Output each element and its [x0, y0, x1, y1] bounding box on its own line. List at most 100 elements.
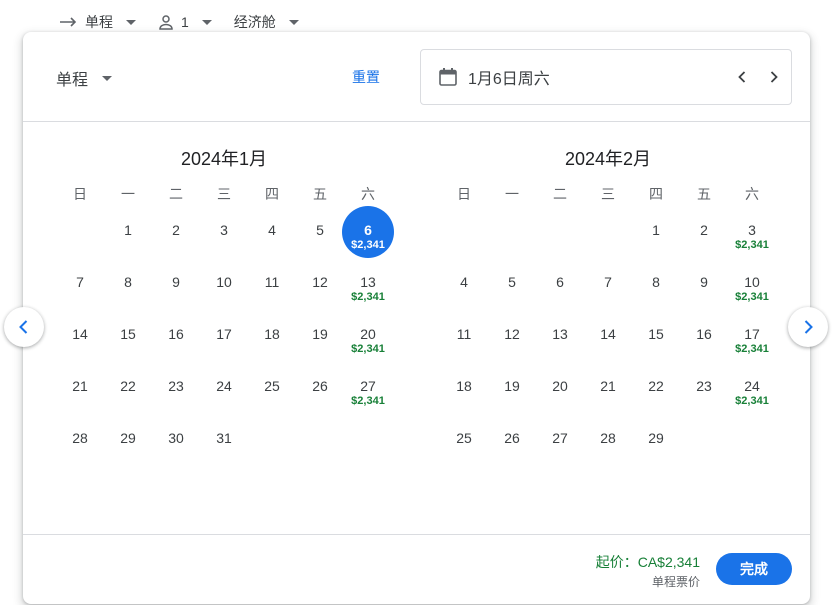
weekday-header: 日 一 二 三 四 五 六 — [440, 184, 776, 202]
day-cell[interactable]: 13 — [536, 314, 584, 366]
trip-type-select[interactable]: 单程 — [56, 66, 113, 90]
day-cell[interactable]: 22 — [632, 366, 680, 418]
day-cell[interactable]: 1 — [632, 210, 680, 262]
day-cell[interactable]: 21 — [56, 366, 104, 418]
day-cell[interactable]: 27 $2,341 — [344, 366, 392, 418]
day-cell[interactable]: 13 $2,341 — [344, 262, 392, 314]
day-cell[interactable]: 29 — [104, 418, 152, 470]
day-number: 31 — [216, 430, 232, 446]
day-cell[interactable]: 14 — [56, 314, 104, 366]
weekday-label: 一 — [505, 186, 519, 202]
day-number: 13 — [360, 274, 376, 290]
day-cell[interactable]: 12 — [488, 314, 536, 366]
day-cell[interactable]: 4 — [248, 210, 296, 262]
day-cell[interactable]: 3 — [200, 210, 248, 262]
day-cell[interactable]: 28 — [584, 418, 632, 470]
month-title: 2024年2月 — [564, 149, 652, 169]
chevron-right-icon[interactable] — [764, 67, 784, 87]
trip-type-chip[interactable]: 单程 — [60, 12, 136, 32]
day-cell[interactable]: 8 — [104, 262, 152, 314]
day-cell[interactable]: 12 — [296, 262, 344, 314]
day-grid: 1 2 3 4 5 6 $2,341 7 8 9 10 11 12 13 $2,341 14 15 16 17 18 1… — [56, 206, 394, 470]
day-cell[interactable]: 17 $2,341 — [728, 314, 776, 366]
day-number: 26 — [504, 430, 520, 446]
day-cell[interactable]: 21 — [584, 366, 632, 418]
dialog-footer: 起价：CA$2,341 单程票价 完成 — [23, 534, 810, 604]
passengers-chip[interactable]: 1 — [158, 14, 212, 30]
day-cell[interactable]: 8 — [632, 262, 680, 314]
day-cell[interactable]: 18 — [440, 366, 488, 418]
day-cell[interactable]: 11 — [440, 314, 488, 366]
chevron-left-icon[interactable] — [732, 67, 752, 87]
day-cell[interactable]: 30 — [152, 418, 200, 470]
day-number: 21 — [600, 378, 616, 394]
day-cell[interactable]: 9 — [152, 262, 200, 314]
day-number: 22 — [120, 378, 136, 394]
selected-date: 1月6日周六 — [468, 71, 550, 88]
day-cell[interactable]: 27 — [536, 418, 584, 470]
weekday-label: 日 — [73, 186, 87, 202]
day-cell[interactable]: 18 — [248, 314, 296, 366]
day-cell[interactable]: 19 — [296, 314, 344, 366]
day-cell[interactable]: 25 — [440, 418, 488, 470]
day-number — [536, 210, 584, 222]
weekday-label: 一 — [121, 186, 135, 202]
day-cell[interactable]: 24 $2,341 — [728, 366, 776, 418]
day-cell[interactable]: 23 — [680, 366, 728, 418]
day-cell[interactable]: 15 — [104, 314, 152, 366]
day-cell[interactable]: 11 — [248, 262, 296, 314]
day-cell[interactable]: 26 — [488, 418, 536, 470]
day-cell[interactable]: 28 — [56, 418, 104, 470]
cabin-label: 经济舱 — [233, 14, 276, 30]
day-cell[interactable]: 6 $2,341 — [342, 206, 394, 262]
next-month-button[interactable] — [788, 307, 828, 347]
day-cell[interactable]: 22 — [104, 366, 152, 418]
day-price: $2,341 — [735, 239, 769, 251]
day-cell[interactable]: 2 — [680, 210, 728, 262]
day-cell[interactable]: 20 — [536, 366, 584, 418]
day-cell[interactable]: 16 — [680, 314, 728, 366]
day-cell[interactable]: 6 — [536, 262, 584, 314]
day-cell[interactable]: 2 — [152, 210, 200, 262]
day-cell[interactable]: 9 — [680, 262, 728, 314]
day-cell[interactable]: 26 — [296, 366, 344, 418]
chevron-right-icon — [804, 320, 813, 334]
reset-button[interactable]: 重置 — [352, 67, 380, 87]
day-number: 5 — [508, 274, 516, 290]
day-cell[interactable]: 16 — [152, 314, 200, 366]
day-number: 20 — [360, 326, 376, 342]
done-button[interactable]: 完成 — [716, 553, 792, 585]
trip-type-label: 单程 — [85, 14, 113, 30]
cabin-chip[interactable]: 经济舱 — [234, 12, 299, 32]
chevron-down-icon — [201, 19, 212, 25]
day-cell[interactable]: 5 — [296, 210, 344, 262]
day-number: 7 — [604, 274, 612, 290]
day-cell[interactable]: 14 — [584, 314, 632, 366]
day-cell[interactable]: 7 — [584, 262, 632, 314]
day-cell[interactable]: 25 — [248, 366, 296, 418]
day-cell[interactable]: 31 — [200, 418, 248, 470]
dialog-header: 单程 重置 1月6日周六 — [23, 32, 810, 122]
day-cell[interactable]: 29 — [632, 418, 680, 470]
day-cell[interactable]: 10 — [200, 262, 248, 314]
day-number: 14 — [72, 326, 88, 342]
previous-month-button[interactable] — [4, 307, 44, 347]
date-field[interactable]: 1月6日周六 — [420, 49, 792, 105]
day-cell[interactable]: 4 — [440, 262, 488, 314]
day-cell[interactable]: 24 — [200, 366, 248, 418]
day-cell[interactable]: 20 $2,341 — [344, 314, 392, 366]
day-number: 25 — [456, 430, 472, 446]
day-cell[interactable]: 3 $2,341 — [728, 210, 776, 262]
day-cell[interactable]: 7 — [56, 262, 104, 314]
day-number: 24 — [744, 378, 760, 394]
day-cell[interactable]: 23 — [152, 366, 200, 418]
day-cell[interactable]: 19 — [488, 366, 536, 418]
day-number: 28 — [72, 430, 88, 446]
day-cell[interactable]: 17 — [200, 314, 248, 366]
day-number — [488, 210, 536, 222]
day-cell[interactable]: 15 — [632, 314, 680, 366]
day-cell[interactable]: 10 $2,341 — [728, 262, 776, 314]
day-cell[interactable]: 5 — [488, 262, 536, 314]
day-number: 13 — [552, 326, 568, 342]
day-cell[interactable]: 1 — [104, 210, 152, 262]
